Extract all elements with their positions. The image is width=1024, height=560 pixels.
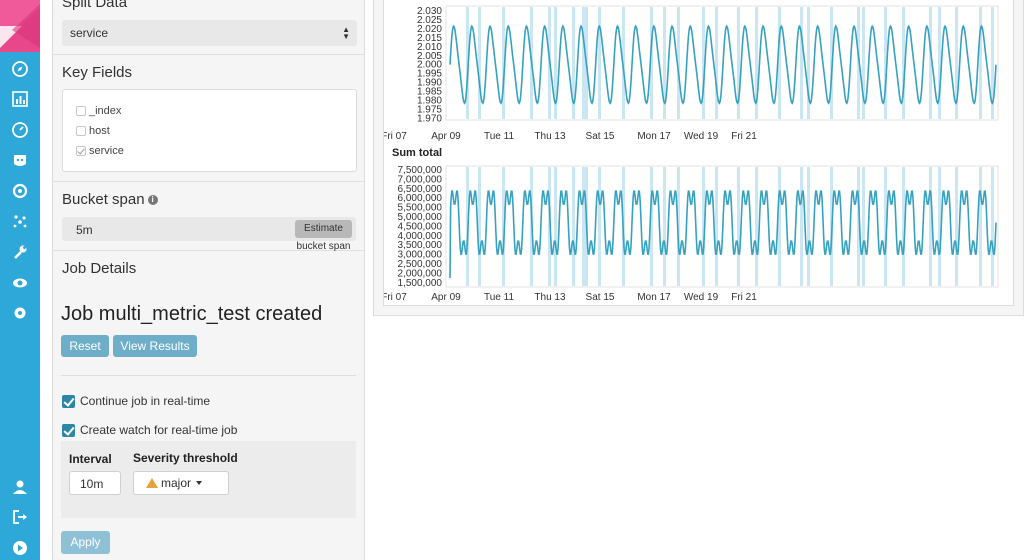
anomaly-band — [715, 7, 718, 119]
reset-button[interactable]: Reset — [61, 335, 109, 357]
interval-input[interactable]: 10m — [69, 471, 121, 495]
machine-learning-icon[interactable] — [10, 181, 30, 201]
side-nav — [0, 0, 40, 560]
divider — [61, 375, 356, 376]
create-watch-label: Create watch for real-time job — [80, 423, 238, 437]
x-tick-label: Apr 09 — [431, 131, 461, 142]
anomaly-band — [582, 7, 585, 119]
warning-icon — [146, 478, 158, 488]
x-tick-label: Fri 07 — [384, 131, 407, 142]
x-tick-label: Sat 15 — [586, 292, 615, 303]
x-tick-label: Thu 13 — [534, 292, 566, 303]
discover-icon[interactable] — [10, 59, 30, 79]
anomaly-band — [800, 7, 803, 119]
split-data-select[interactable]: service ▲ ▼ — [62, 20, 357, 46]
key-field-label: host — [89, 125, 110, 137]
anomaly-band — [663, 167, 666, 286]
anomaly-band — [582, 167, 585, 286]
chart-title: Sum total — [392, 147, 442, 159]
collapse-icon[interactable] — [10, 538, 30, 558]
anomaly-band — [807, 167, 810, 286]
plot-area — [445, 5, 999, 121]
anomaly-band — [554, 167, 557, 286]
x-tick-label: Fri 21 — [731, 131, 757, 142]
continue-realtime-label: Continue job in real-time — [80, 394, 211, 408]
interval-label: Interval — [69, 452, 112, 466]
key-field-index[interactable]: _index — [76, 104, 121, 118]
apply-button[interactable]: Apply — [61, 531, 110, 554]
anomaly-band — [979, 7, 982, 119]
logout-icon[interactable] — [10, 507, 30, 527]
user-icon[interactable] — [10, 477, 30, 497]
dev-tools-icon[interactable] — [10, 242, 30, 262]
kibana-logo[interactable] — [0, 0, 40, 52]
anomaly-band — [778, 167, 781, 286]
key-field-checkbox[interactable] — [76, 146, 86, 156]
select-caret-icon: ▲ ▼ — [342, 25, 350, 41]
key-fields-title: Key Fields — [62, 64, 133, 81]
key-field-checkbox[interactable] — [76, 126, 86, 136]
x-tick-label: Wed 19 — [684, 131, 719, 142]
anomaly-band — [572, 167, 575, 286]
bucket-span-title: Bucket span i — [62, 191, 158, 208]
key-fields-list: _index host service — [62, 89, 357, 172]
estimate-bucket-span-button[interactable]: Estimate bucket span — [295, 220, 352, 252]
info-icon[interactable]: i — [147, 195, 158, 206]
anomaly-band — [800, 167, 803, 286]
anomaly-band — [598, 167, 601, 286]
x-tick-label: Thu 13 — [534, 131, 566, 142]
x-tick-label: Apr 09 — [431, 292, 461, 303]
x-tick-label: Tue 11 — [484, 131, 514, 142]
split-data-title: Split Data — [62, 0, 128, 11]
severity-threshold-label: Severity threshold — [133, 451, 238, 465]
anomaly-band — [862, 167, 865, 286]
bucket-span-label: Bucket span — [62, 191, 145, 208]
anomaly-band — [979, 167, 982, 286]
key-field-host[interactable]: host — [76, 124, 110, 138]
x-tick-label: Fri 07 — [384, 292, 407, 303]
view-results-button[interactable]: View Results — [113, 335, 197, 357]
key-field-checkbox[interactable] — [76, 106, 86, 116]
anomaly-band — [991, 167, 994, 286]
anomaly-band — [929, 167, 932, 286]
x-tick-label: Tue 11 — [484, 292, 514, 303]
key-field-service[interactable]: service — [76, 144, 124, 158]
anomaly-band — [955, 167, 958, 286]
y-tick-label: 1.970 — [417, 113, 442, 124]
visualize-icon[interactable] — [10, 89, 30, 109]
job-details-title: Job Details — [62, 260, 137, 277]
x-tick-label: Fri 21 — [731, 292, 757, 303]
management-icon[interactable] — [10, 303, 30, 323]
anomaly-band — [715, 167, 718, 286]
x-tick-label: Mon 17 — [637, 131, 671, 142]
charts-svg: 2.0302.0252.0202.0152.0102.0052.0001.995… — [74, 5, 999, 303]
chart-card: 2.030 2.025 2.020 2.015 2.010 2.005 2.000 1.995… — [74, 0, 1014, 306]
key-field-label: _index — [89, 105, 122, 117]
y-tick-label: 1,500,000 — [398, 278, 443, 289]
monitoring-icon[interactable] — [10, 273, 30, 293]
key-field-label: service — [89, 145, 124, 157]
x-tick-label: Wed 19 — [684, 292, 719, 303]
plot-area — [445, 165, 999, 288]
timelion-icon[interactable] — [10, 150, 30, 170]
x-tick-label: Sat 15 — [586, 131, 615, 142]
divider — [53, 54, 365, 55]
job-created-message: Job multi_metric_test created — [61, 303, 323, 325]
continue-realtime-checkbox[interactable] — [62, 395, 75, 408]
chevron-down-icon — [196, 481, 203, 485]
anomaly-band — [478, 7, 481, 119]
graph-icon[interactable] — [10, 211, 30, 231]
anomaly-band — [737, 167, 740, 286]
anomaly-band — [598, 7, 601, 119]
divider — [53, 181, 365, 182]
severity-value: major — [161, 476, 192, 490]
x-tick-label: Mon 17 — [637, 292, 671, 303]
dashboard-icon[interactable] — [10, 120, 30, 140]
split-data-selected: service — [70, 26, 109, 40]
create-watch-checkbox[interactable] — [62, 424, 75, 437]
anomaly-band — [755, 167, 758, 286]
anomaly-band — [478, 167, 481, 286]
severity-threshold-dropdown[interactable]: major — [133, 471, 229, 495]
